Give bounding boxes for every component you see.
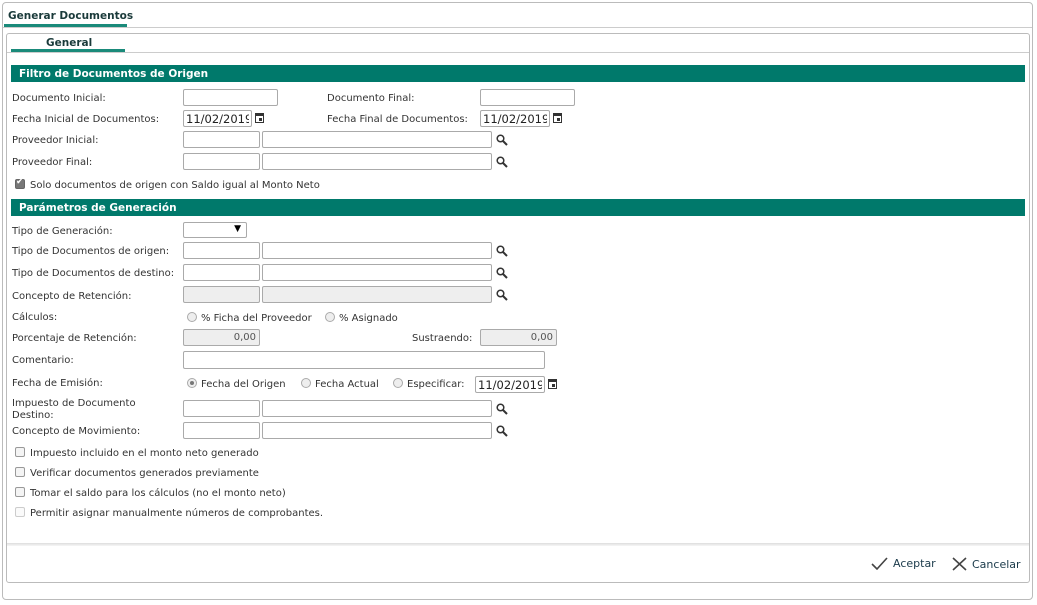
tipo-generacion-select[interactable]: ▼ — [183, 222, 247, 238]
aceptar-button[interactable]: Aceptar — [871, 557, 936, 570]
impuesto-name[interactable] — [262, 400, 492, 417]
cancelar-button[interactable]: Cancelar — [952, 557, 1021, 571]
label: Tomar el saldo para los cálculos (no el … — [30, 488, 286, 499]
tipo-origen-code[interactable] — [183, 242, 260, 259]
label: Solo documentos de origen con Saldo igua… — [30, 180, 320, 191]
concepto-mov-code[interactable] — [183, 422, 260, 439]
footer-divider — [7, 543, 1029, 546]
fecha-especificar-input[interactable] — [475, 376, 545, 393]
concepto-retencion-code — [183, 286, 260, 303]
sustraendo-input — [480, 329, 557, 346]
impuesto-incluido-checkbox[interactable] — [15, 447, 25, 457]
tipo-destino-code[interactable] — [183, 264, 260, 281]
label: Tipo de Documentos de destino: — [12, 268, 175, 279]
label: Fecha Actual — [315, 379, 379, 390]
label: Proveedor Final: — [12, 157, 93, 168]
proveedor-final-name[interactable] — [262, 153, 492, 170]
close-icon — [952, 557, 967, 571]
documento-final-input[interactable] — [480, 89, 575, 106]
search-icon[interactable] — [496, 403, 508, 415]
label: Permitir asignar manualmente números de … — [30, 508, 324, 519]
cancelar-label: Cancelar — [972, 557, 1021, 571]
label: Fecha de Emisión: — [12, 378, 103, 389]
comentario-input[interactable] — [183, 351, 545, 369]
documento-inicial-input[interactable] — [183, 89, 278, 106]
section-header-filtro: Filtro de Documentos de Origen — [11, 65, 1025, 82]
tipo-destino-name[interactable] — [262, 264, 492, 281]
label: Tipo de Generación: — [12, 226, 113, 237]
especificar-radio[interactable] — [393, 378, 403, 388]
label: % Asignado — [339, 313, 398, 324]
label: Fecha Final de Documentos: — [327, 114, 468, 125]
label: Fecha Inicial de Documentos: — [12, 114, 160, 125]
search-icon[interactable] — [496, 245, 508, 257]
chevron-down-icon: ▼ — [234, 224, 241, 234]
label: Documento Inicial: — [12, 93, 106, 104]
label: Cálculos: — [12, 312, 58, 323]
label: % Ficha del Proveedor — [201, 313, 312, 324]
search-icon[interactable] — [496, 156, 508, 168]
search-icon[interactable] — [496, 267, 508, 279]
section-header-parametros: Parámetros de Generación — [11, 199, 1025, 216]
label: Comentario: — [12, 355, 74, 366]
check-icon — [871, 557, 888, 570]
fecha-actual-radio[interactable] — [301, 378, 311, 388]
proveedor-inicial-name[interactable] — [262, 131, 492, 148]
calendar-icon[interactable] — [553, 113, 562, 123]
impuesto-code[interactable] — [183, 400, 260, 417]
fecha-origen-radio[interactable] — [187, 378, 197, 388]
concepto-mov-name[interactable] — [262, 422, 492, 439]
label: Destino: — [12, 410, 54, 421]
tab-general[interactable]: General — [46, 37, 92, 49]
label: Impuesto de Documento — [12, 398, 136, 409]
solo-saldo-checkbox[interactable] — [15, 177, 25, 189]
label: Porcentaje de Retención: — [12, 333, 137, 344]
search-icon[interactable] — [496, 425, 508, 437]
label: Sustraendo: — [412, 333, 473, 344]
fecha-final-input[interactable] — [480, 110, 550, 127]
tipo-origen-name[interactable] — [262, 242, 492, 259]
asignar-manual-checkbox — [15, 507, 25, 517]
proveedor-inicial-code[interactable] — [183, 131, 260, 148]
proveedor-final-code[interactable] — [183, 153, 260, 170]
label: Especificar: — [407, 379, 465, 390]
calendar-icon[interactable] — [255, 113, 264, 123]
label: Tipo de Documentos de origen: — [12, 246, 170, 257]
divider — [3, 27, 1032, 28]
calc-ficha-radio[interactable] — [187, 312, 197, 322]
divider — [7, 52, 1029, 53]
label: Concepto de Movimiento: — [12, 426, 141, 437]
label: Proveedor Inicial: — [12, 135, 99, 146]
search-icon[interactable] — [496, 134, 508, 146]
porcentaje-retencion-input — [183, 329, 260, 346]
label: Impuesto incluido en el monto neto gener… — [30, 448, 259, 459]
tab-generar-documentos[interactable]: Generar Documentos — [8, 10, 133, 22]
label: Verificar documentos generados previamen… — [30, 468, 259, 479]
verificar-checkbox[interactable] — [15, 467, 25, 477]
aceptar-label: Aceptar — [893, 557, 936, 570]
concepto-retencion-name — [262, 286, 492, 303]
label: Concepto de Retención: — [12, 291, 132, 302]
calc-asignado-radio[interactable] — [325, 312, 335, 322]
label: Documento Final: — [327, 93, 415, 104]
calendar-icon[interactable] — [548, 379, 557, 389]
fecha-inicial-input[interactable] — [183, 110, 252, 127]
search-icon[interactable] — [496, 289, 508, 301]
label: Fecha del Origen — [201, 379, 286, 390]
tomar-saldo-checkbox[interactable] — [15, 487, 25, 497]
